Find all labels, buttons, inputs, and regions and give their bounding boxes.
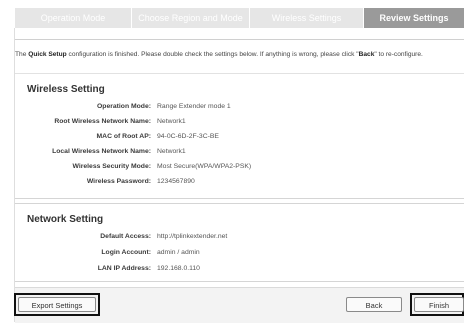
intro-suffix: " to re-configure.: [374, 51, 423, 58]
back-button[interactable]: Back: [346, 297, 402, 312]
row-value: admin / admin: [157, 249, 200, 256]
step-operation-mode: Operation Mode: [15, 8, 132, 28]
finish-button[interactable]: Finish: [414, 297, 464, 312]
intro-middle: configuration is finished. Please double…: [66, 51, 359, 58]
row-value: 94-0C-6D-2F-3C-BE: [157, 133, 219, 140]
row-value: http://tplinkextender.net: [157, 233, 228, 240]
row-label: Wireless Password:: [86, 178, 151, 185]
row-security-mode: Wireless Security Mode: Most Secure(WPA/…: [15, 160, 464, 174]
row-value: Network1: [157, 118, 186, 125]
row-login-account: Login Account: admin / admin: [15, 246, 464, 260]
row-label: MAC of Root AP:: [96, 133, 152, 140]
divider: [15, 39, 464, 40]
row-label: LAN IP Address:: [97, 265, 151, 272]
row-label: Local Wireless Network Name:: [52, 148, 151, 155]
row-value: Range Extender mode 1: [157, 103, 231, 110]
intro-text: The Quick Setup configuration is finishe…: [15, 51, 464, 58]
row-lan-ip: LAN IP Address: 192.168.0.110: [15, 262, 464, 276]
step-choose-region: Choose Region and Mode: [132, 8, 250, 28]
intro-prefix: The: [15, 51, 29, 58]
row-value: 192.168.0.110: [157, 265, 200, 272]
row-local-network-name: Local Wireless Network Name: Network1: [15, 145, 464, 159]
step-review-settings: Review Settings: [364, 8, 464, 28]
export-settings-button[interactable]: Export Settings: [18, 297, 96, 312]
row-value: Network1: [157, 148, 186, 155]
row-value: 1234567890: [157, 178, 195, 185]
row-value: Most Secure(WPA/WPA2-PSK): [157, 163, 252, 170]
row-label: Wireless Security Mode:: [72, 163, 151, 170]
network-setting-panel: Network Setting Default Access: http://t…: [15, 203, 464, 282]
section-title-network: Network Setting: [27, 214, 104, 225]
section-title-wireless: Wireless Setting: [27, 84, 105, 95]
row-label: Default Access:: [100, 233, 151, 240]
wireless-setting-panel: Wireless Setting Operation Mode: Range E…: [15, 73, 464, 199]
intro-quick-setup: Quick Setup: [28, 51, 67, 58]
setup-steps-bar: Operation Mode Choose Region and Mode Wi…: [15, 8, 464, 28]
row-root-network-name: Root Wireless Network Name: Network1: [15, 115, 464, 129]
row-default-access: Default Access: http://tplinkextender.ne…: [15, 230, 464, 244]
row-label: Operation Mode:: [97, 103, 151, 110]
row-operation-mode: Operation Mode: Range Extender mode 1: [15, 100, 464, 114]
row-label: Root Wireless Network Name:: [54, 118, 151, 125]
row-mac-root-ap: MAC of Root AP: 94-0C-6D-2F-3C-BE: [15, 130, 464, 144]
row-label: Login Account:: [101, 249, 151, 256]
row-wireless-password: Wireless Password: 1234567890: [15, 175, 464, 189]
step-wireless-settings: Wireless Settings: [250, 8, 364, 28]
intro-back: Back: [358, 51, 375, 58]
